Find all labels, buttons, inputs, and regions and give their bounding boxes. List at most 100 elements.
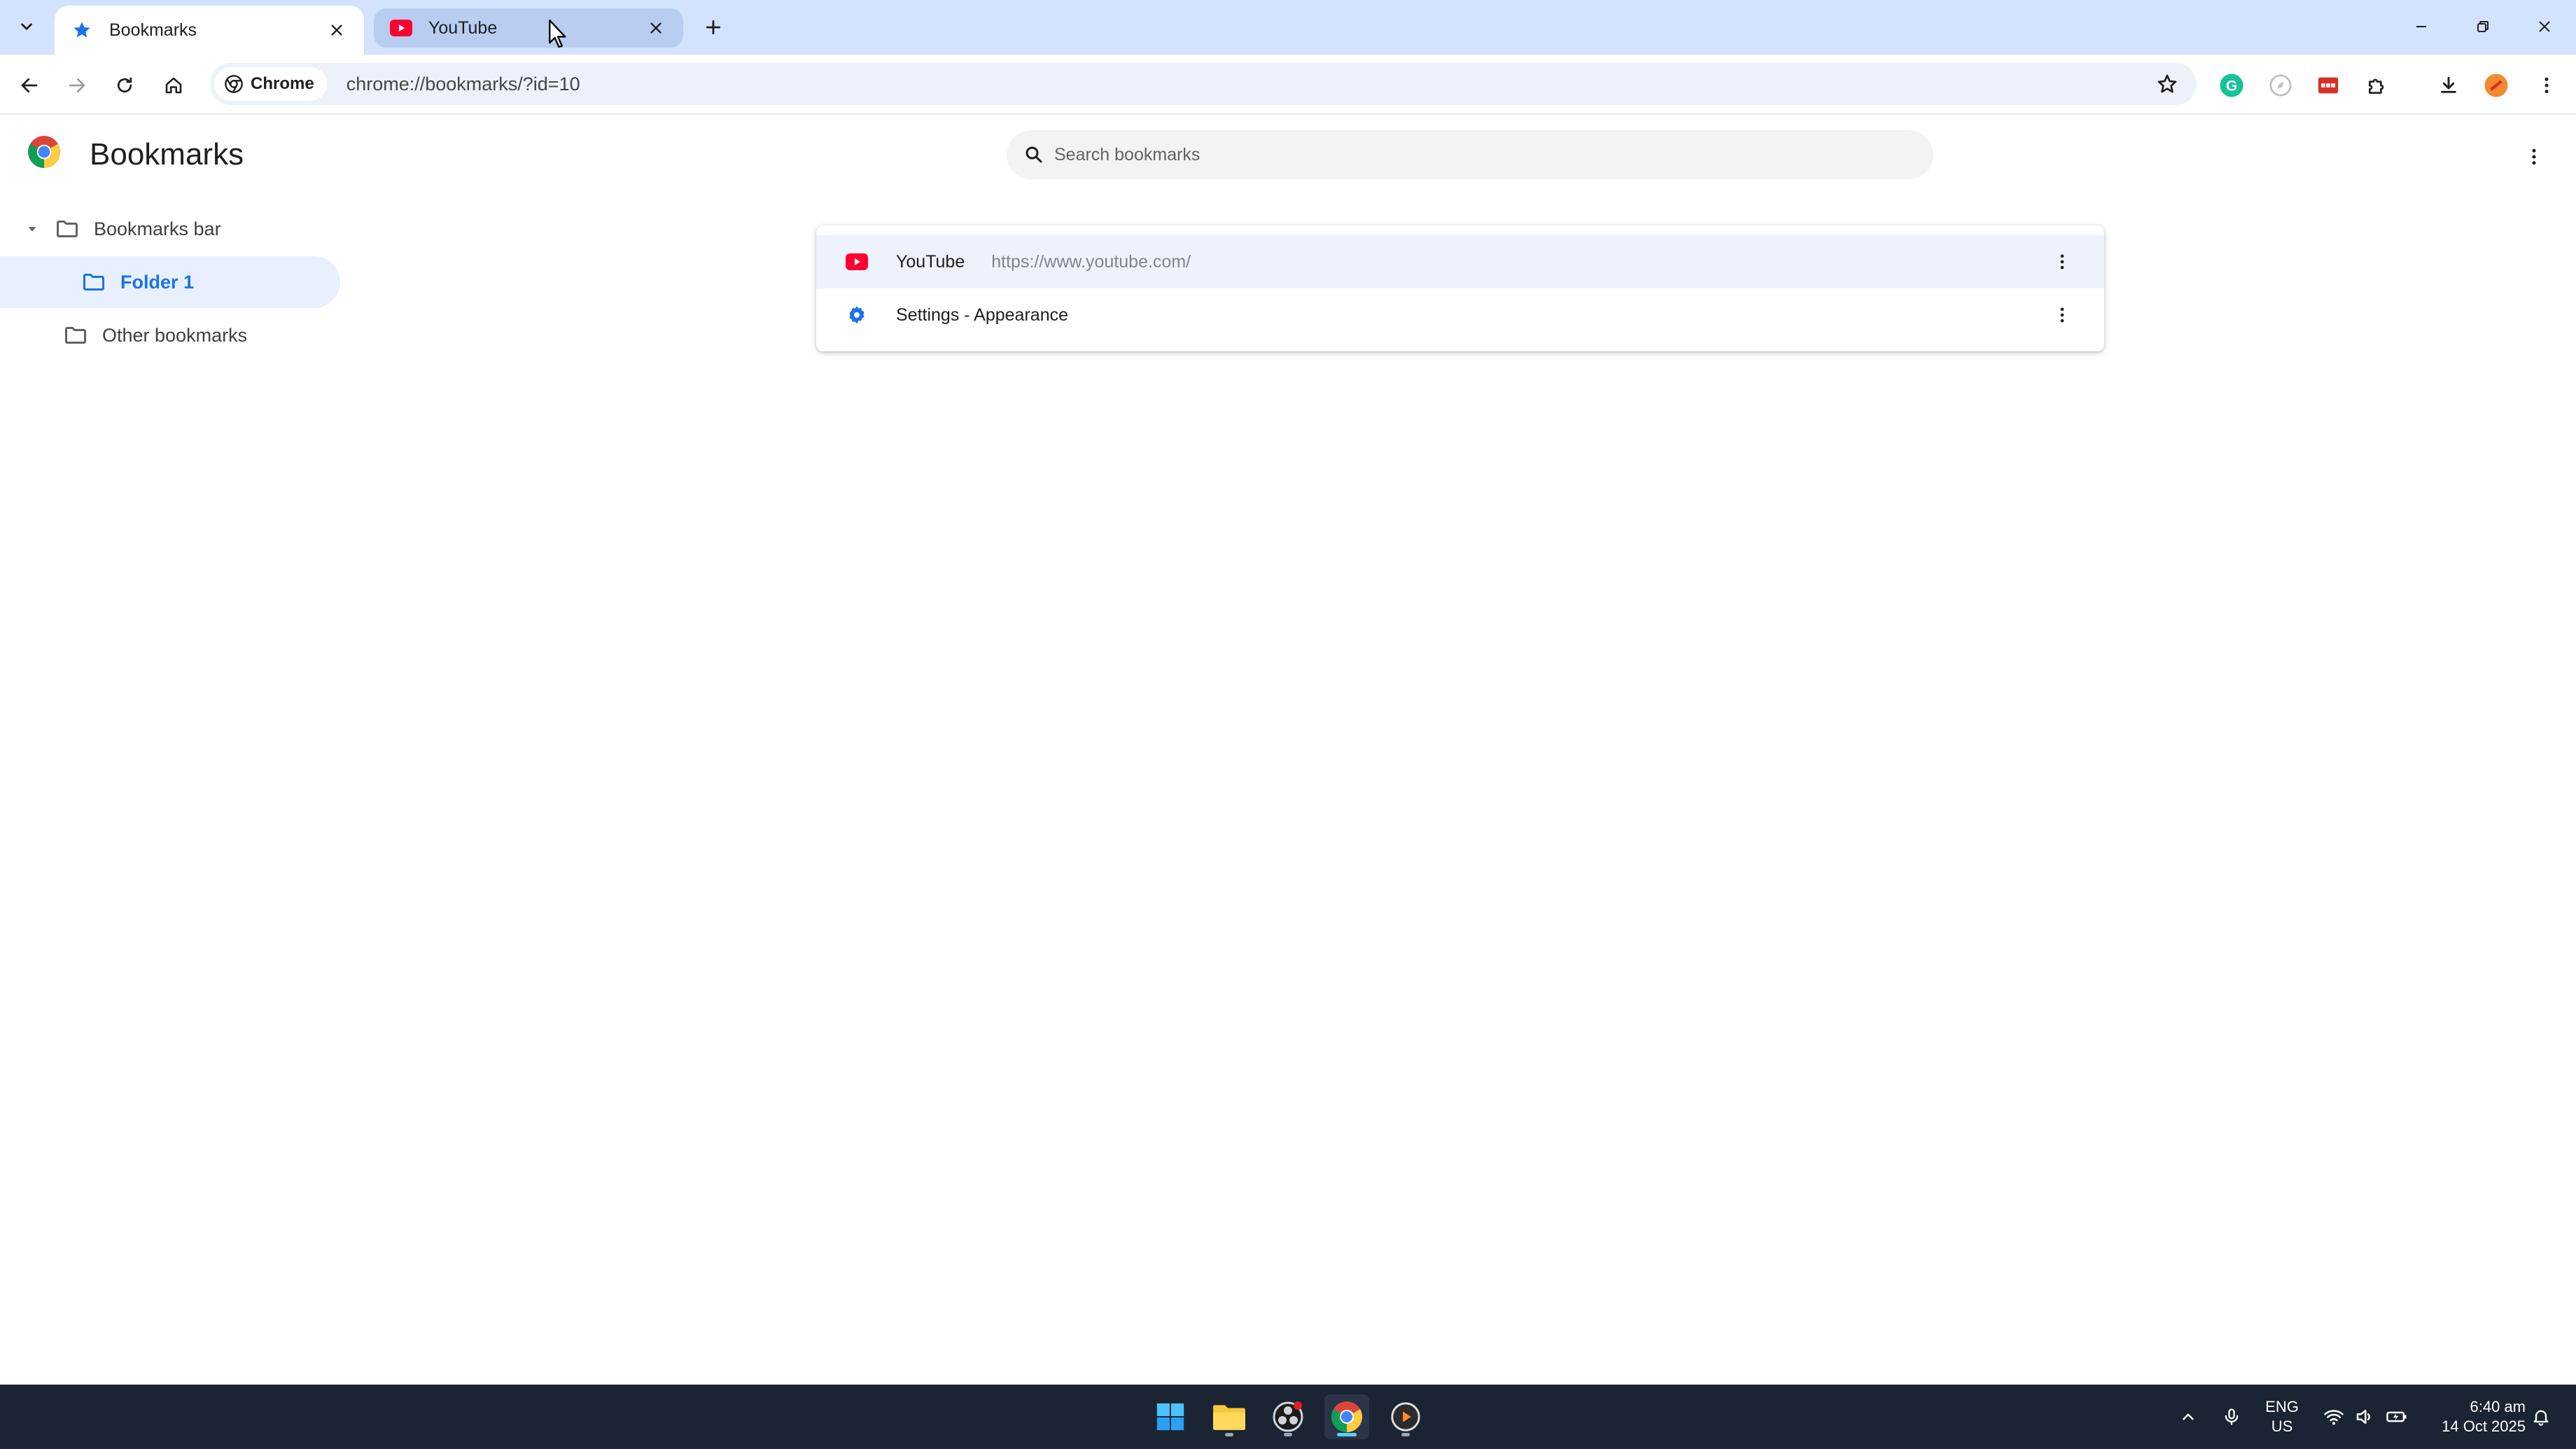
speaker-icon [2356,1410,2370,1424]
bookmarks-header: Bookmarks [0,116,2576,195]
running-indicator [1225,1433,1233,1436]
search-icon [1026,146,1042,163]
start-button[interactable] [1148,1394,1193,1439]
active-indicator [1337,1433,1357,1436]
chrome-icon [225,75,243,93]
close-tab-icon[interactable] [644,16,668,40]
taskbar-chrome[interactable] [1324,1394,1369,1439]
arrow-right-icon [69,78,85,93]
bookmark-row-settings[interactable]: Settings - Appearance [816,288,2104,342]
tree-item-label: Folder 1 [120,271,195,293]
back-button[interactable] [11,67,48,104]
chrome-logo-icon [28,136,60,168]
close-window-button[interactable] [2520,8,2569,45]
extensions-button[interactable] [2359,67,2395,104]
home-icon [165,77,182,94]
language-indicator[interactable]: ENG US [2260,1397,2304,1436]
minimize-button[interactable] [2397,8,2446,45]
tree-item-label: Other bookmarks [102,324,248,346]
mouse-cursor-icon [549,19,566,48]
volume-button[interactable] [2349,1400,2380,1434]
reload-button[interactable] [106,67,143,104]
more-vert-icon [2060,307,2064,323]
browser-toolbar: Chrome chrome://bookmarks/?id=10 G [0,55,2576,115]
wifi-icon [2324,1410,2344,1425]
youtube-icon [843,248,871,276]
forward-button[interactable] [59,67,95,104]
microphone-icon [2225,1408,2239,1425]
star-outline-icon [2157,74,2177,93]
chevron-down-icon [21,23,32,30]
bookmark-list: YouTube https://www.youtube.com/ Setting… [816,225,2104,351]
battery-button[interactable] [2381,1400,2412,1434]
tree-item-label: Bookmarks bar [94,218,221,239]
chevron-up-icon [2183,1413,2194,1420]
chrome-menu-button[interactable] [2528,67,2565,104]
tab-search-button[interactable] [10,10,43,43]
taskbar-media-player[interactable] [1383,1394,1428,1439]
folder-icon [53,215,81,243]
tab-youtube[interactable]: YouTube [374,8,683,48]
extension-red-button[interactable] [2310,67,2346,104]
url-text[interactable]: chrome://bookmarks/?id=10 [346,74,580,95]
profile-button[interactable] [2478,67,2514,104]
running-indicator [1284,1433,1292,1436]
puzzle-icon [2369,78,2384,94]
chip-label: Chrome [251,74,314,93]
bookmark-more-button[interactable] [2048,301,2076,329]
bookmark-title: Settings - Appearance [896,304,1068,325]
bookmark-star-button[interactable] [2153,70,2181,98]
wifi-button[interactable] [2318,1400,2349,1434]
tab-strip: Bookmarks YouTube [0,0,2576,55]
site-info-chip[interactable]: Chrome [214,67,327,101]
tab-title: Bookmarks [109,20,197,40]
organize-menu-button[interactable] [2520,141,2548,172]
search-box[interactable] [1007,130,1933,179]
extension-grammarly-button[interactable]: G [2213,67,2250,104]
folder-icon [62,321,90,349]
clock-date: 14 Oct 2025 [2442,1418,2526,1435]
obs-icon [1273,1401,1303,1432]
taskbar-file-explorer[interactable] [1207,1394,1252,1439]
battery-charging-icon [2386,1411,2407,1422]
page-title: Bookmarks [90,137,244,172]
close-tab-icon[interactable] [325,18,349,42]
svg-text:G: G [2226,78,2237,94]
more-vert-icon [2060,254,2064,270]
star-icon [70,18,94,42]
bookmark-row-youtube[interactable]: YouTube https://www.youtube.com/ [816,235,2104,288]
bookmark-title: YouTube [896,251,965,272]
settings-gear-icon [843,301,871,329]
minimize-icon [2416,26,2426,27]
keyboard-region: US [2271,1418,2293,1435]
bookmark-url: https://www.youtube.com/ [991,251,1191,272]
tree-item-folder-1[interactable]: Folder 1 [0,256,340,308]
home-button[interactable] [155,67,192,104]
show-hidden-icons-button[interactable] [2173,1400,2204,1434]
search-input[interactable] [1054,144,1894,165]
more-vert-icon [2544,77,2549,94]
arrow-left-icon [21,78,38,93]
address-bar[interactable]: Chrome chrome://bookmarks/?id=10 [210,63,2197,105]
youtube-icon [389,16,413,40]
new-tab-button[interactable] [697,11,729,43]
chrome-icon [1331,1401,1362,1432]
extension-compass-button[interactable] [2262,67,2299,104]
running-indicator [1401,1433,1410,1436]
tab-bookmarks[interactable]: Bookmarks [55,6,364,55]
caret-down-icon[interactable] [20,216,45,241]
red-extension-icon [2318,77,2339,94]
taskbar: ENG US 6:40 am 14 Oct 2025 [0,1385,2576,1449]
taskbar-app-obs[interactable] [1266,1394,1310,1439]
profile-avatar-icon [2484,74,2508,97]
tree-item-other-bookmarks[interactable]: Other bookmarks [0,309,340,361]
restore-button[interactable] [2458,8,2507,45]
downloads-button[interactable] [2430,67,2467,104]
microphone-button[interactable] [2216,1400,2247,1434]
close-icon [2539,21,2550,32]
notifications-button[interactable] [2526,1400,2556,1434]
tab-title: YouTube [428,18,498,38]
bookmark-more-button[interactable] [2048,248,2076,276]
tree-item-bookmarks-bar[interactable]: Bookmarks bar [0,203,340,255]
clock[interactable]: 6:40 am 14 Oct 2025 [2428,1397,2526,1436]
